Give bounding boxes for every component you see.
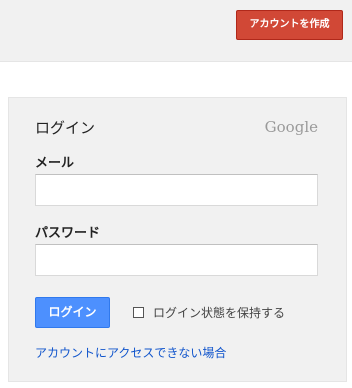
password-field[interactable] xyxy=(35,244,318,276)
top-bar: アカウントを作成 xyxy=(0,0,352,62)
email-label: メール xyxy=(35,156,75,171)
google-logo: Google xyxy=(264,118,318,136)
login-title: ログイン xyxy=(35,119,96,137)
login-button[interactable]: ログイン xyxy=(35,297,110,328)
login-card: ログイン Google メール パスワード ログイン ログイン状態を保持する ア… xyxy=(8,97,347,382)
remember-me-checkbox[interactable] xyxy=(133,307,144,318)
password-label: パスワード xyxy=(35,226,101,241)
account-help-link[interactable]: アカウントにアクセスできない場合 xyxy=(35,344,226,361)
email-field[interactable] xyxy=(35,174,318,206)
create-account-button[interactable]: アカウントを作成 xyxy=(236,10,343,40)
remember-me[interactable]: ログイン状態を保持する xyxy=(133,304,285,321)
remember-me-label: ログイン状態を保持する xyxy=(153,306,286,320)
